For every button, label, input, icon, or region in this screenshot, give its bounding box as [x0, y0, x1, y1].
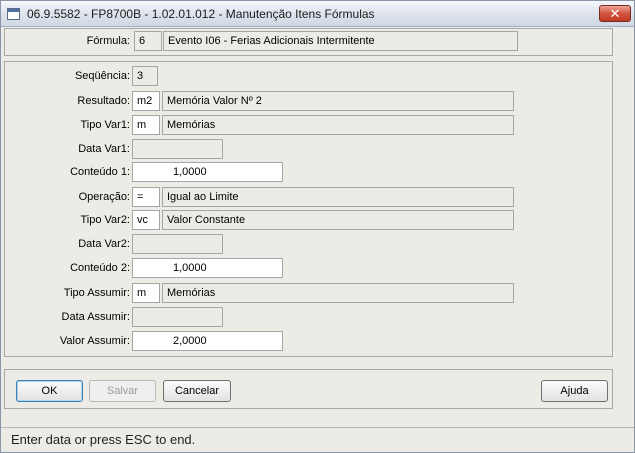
- operacao-code-input[interactable]: =: [132, 187, 160, 207]
- sequencia-label: Seqüência:: [74, 70, 130, 82]
- data-var2-label: Data Var2:: [78, 238, 130, 250]
- title-bar[interactable]: 06.9.5582 - FP8700B - 1.02.01.012 - Manu…: [1, 1, 634, 27]
- data-var2-input: [132, 234, 223, 254]
- valor-assumir-input[interactable]: 2,0000: [132, 331, 283, 351]
- formula-description-field: Evento I06 - Ferias Adicionais Intermite…: [163, 31, 518, 51]
- ajuda-button[interactable]: Ajuda: [541, 380, 608, 402]
- status-bar: Enter data or press ESC to end.: [1, 427, 634, 452]
- data-assumir-input: [132, 307, 223, 327]
- data-var1-label: Data Var1:: [78, 143, 130, 155]
- tipo-var1-label: Tipo Var1:: [80, 119, 130, 131]
- tipo-var1-description-field: Memórias: [162, 115, 514, 135]
- salvar-button[interactable]: Salvar: [89, 380, 156, 402]
- operacao-description-field: Igual ao Limite: [162, 187, 514, 207]
- tipo-var1-code-input[interactable]: m: [132, 115, 160, 135]
- formula-label: Fórmula:: [86, 35, 130, 47]
- cancelar-button[interactable]: Cancelar: [163, 380, 231, 402]
- operacao-label: Operação:: [78, 191, 130, 203]
- tipo-var2-code-input[interactable]: vc: [132, 210, 160, 230]
- valor-assumir-label: Valor Assumir:: [59, 335, 130, 347]
- ok-button[interactable]: OK: [16, 380, 83, 402]
- conteudo1-input[interactable]: 1,0000: [132, 162, 283, 182]
- window: 06.9.5582 - FP8700B - 1.02.01.012 - Manu…: [0, 0, 635, 453]
- formula-code-field: 6: [134, 31, 162, 51]
- data-assumir-label: Data Assumir:: [61, 311, 130, 323]
- tipo-assumir-code-input[interactable]: m: [132, 283, 160, 303]
- app-window-icon: [7, 8, 20, 20]
- data-var1-input: [132, 139, 223, 159]
- tipo-assumir-description-field: Memórias: [162, 283, 514, 303]
- conteudo2-label: Conteúdo 2:: [70, 262, 130, 274]
- tipo-var2-description-field: Valor Constante: [162, 210, 514, 230]
- conteudo1-label: Conteúdo 1:: [70, 166, 130, 178]
- tipo-var2-label: Tipo Var2:: [80, 214, 130, 226]
- conteudo2-input[interactable]: 1,0000: [132, 258, 283, 278]
- resultado-code-input[interactable]: m2: [132, 91, 160, 111]
- close-button[interactable]: ✕: [599, 5, 631, 22]
- resultado-description-field: Memória Valor Nº 2: [162, 91, 514, 111]
- window-title: 06.9.5582 - FP8700B - 1.02.01.012 - Manu…: [27, 7, 375, 21]
- sequencia-field: 3: [132, 66, 158, 86]
- tipo-assumir-label: Tipo Assumir:: [63, 287, 130, 299]
- resultado-label: Resultado:: [77, 95, 130, 107]
